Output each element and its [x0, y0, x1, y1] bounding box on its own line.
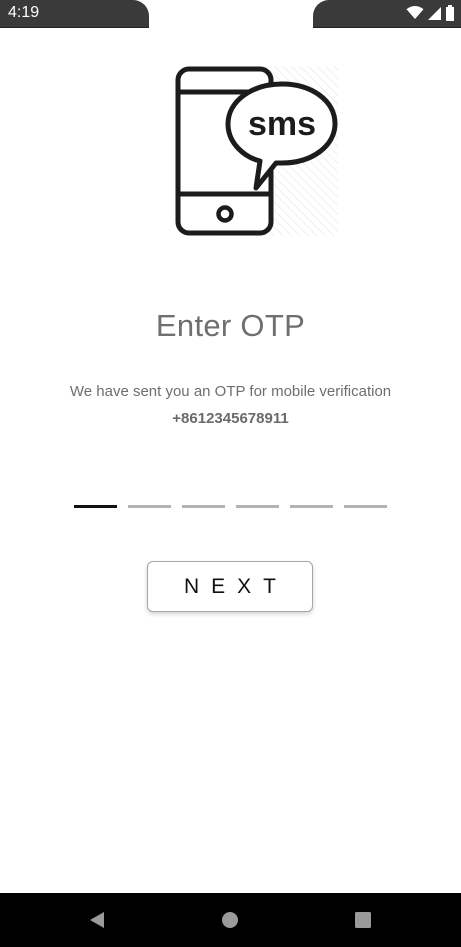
home-icon [222, 912, 238, 928]
recents-button[interactable] [352, 909, 374, 931]
page-title: Enter OTP [155, 308, 306, 343]
status-icons [406, 5, 455, 21]
status-bar-left: 4:19 [0, 0, 149, 28]
wifi-icon [406, 6, 424, 19]
back-button[interactable] [86, 909, 108, 931]
otp-digit-4[interactable] [236, 505, 279, 508]
phone-number: +8612345678911 [172, 410, 289, 427]
otp-digit-6[interactable] [344, 505, 387, 508]
sms-label: sms [248, 105, 316, 143]
otp-screen: 4:19 sms Enter OTP We have sent you an O… [0, 0, 461, 947]
battery-icon [446, 5, 454, 21]
status-bar-right [313, 0, 461, 28]
otp-digit-1[interactable] [74, 505, 117, 508]
next-button[interactable]: NEXT [147, 561, 313, 612]
sms-phone-illustration: sms [175, 66, 338, 236]
home-button[interactable] [219, 909, 241, 931]
otp-input[interactable] [74, 505, 387, 508]
otp-digit-2[interactable] [128, 505, 171, 508]
navigation-bar [0, 893, 461, 947]
otp-message: We have sent you an OTP for mobile verif… [69, 383, 392, 400]
otp-digit-5[interactable] [290, 505, 333, 508]
recents-icon [355, 912, 371, 928]
signal-icon [428, 6, 441, 20]
otp-digit-3[interactable] [182, 505, 225, 508]
back-icon [90, 912, 104, 928]
status-time: 4:19 [8, 4, 40, 21]
